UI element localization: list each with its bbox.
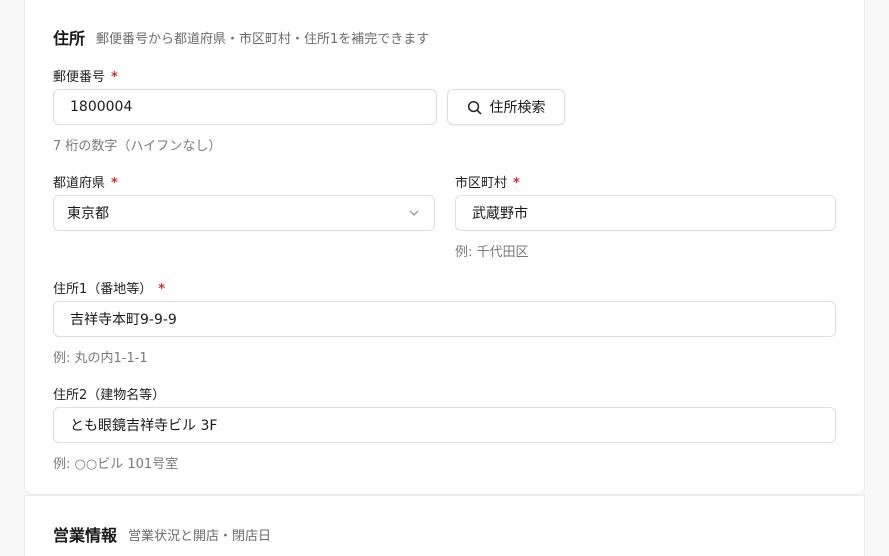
business-section-description: 営業状況と開店・閉店日 [128,529,272,544]
address1-label-text: 住所1（番地等） [53,282,153,297]
address1-value: 吉祥寺本町9-9-9 [70,312,177,328]
prefecture-select[interactable]: 東京都 [53,195,435,231]
business-section-title: 営業情報 [53,526,118,545]
address-section-title: 住所 [53,29,86,48]
address1-input[interactable]: 吉祥寺本町9-9-9 [53,301,836,337]
required-mark: * [158,282,166,297]
city-input[interactable]: 武蔵野市 [455,195,836,231]
city-label: 市区町村 * [455,172,520,191]
required-mark: * [513,176,520,191]
postal-code-input[interactable]: 1800004 [53,89,437,125]
required-mark: * [111,70,118,85]
address2-label: 住所2（建物名等） [53,388,166,403]
prefecture-selected-value: 東京都 [67,206,109,222]
required-mark: * [111,176,118,191]
prefecture-label: 都道府県 * [53,172,118,191]
address1-label: 住所1（番地等） * [53,278,165,297]
postal-code-value: 1800004 [70,99,133,115]
postal-code-hint: 7 桁の数字（ハイフンなし） [53,139,222,154]
search-icon [467,100,481,114]
city-label-text: 市区町村 [455,176,508,191]
address2-value: とも眼鏡吉祥寺ビル 3F [70,418,218,434]
city-hint: 例: 千代田区 [455,245,529,260]
chevron-down-icon [409,210,419,216]
address2-input[interactable]: とも眼鏡吉祥寺ビル 3F [53,407,836,443]
address2-hint: 例: ○○ビル 101号室 [53,457,179,472]
prefecture-label-text: 都道府県 [53,176,106,191]
address-section-description: 郵便番号から都道府県・市区町村・住所1を補完できます [96,32,430,47]
address-search-button[interactable]: 住所検索 [447,89,565,125]
postal-code-label: 郵便番号 * [53,66,118,85]
address1-hint: 例: 丸の内1-1-1 [53,351,148,366]
address-search-label: 住所検索 [489,100,546,116]
postal-code-label-text: 郵便番号 [53,70,106,85]
city-value: 武蔵野市 [472,206,528,222]
